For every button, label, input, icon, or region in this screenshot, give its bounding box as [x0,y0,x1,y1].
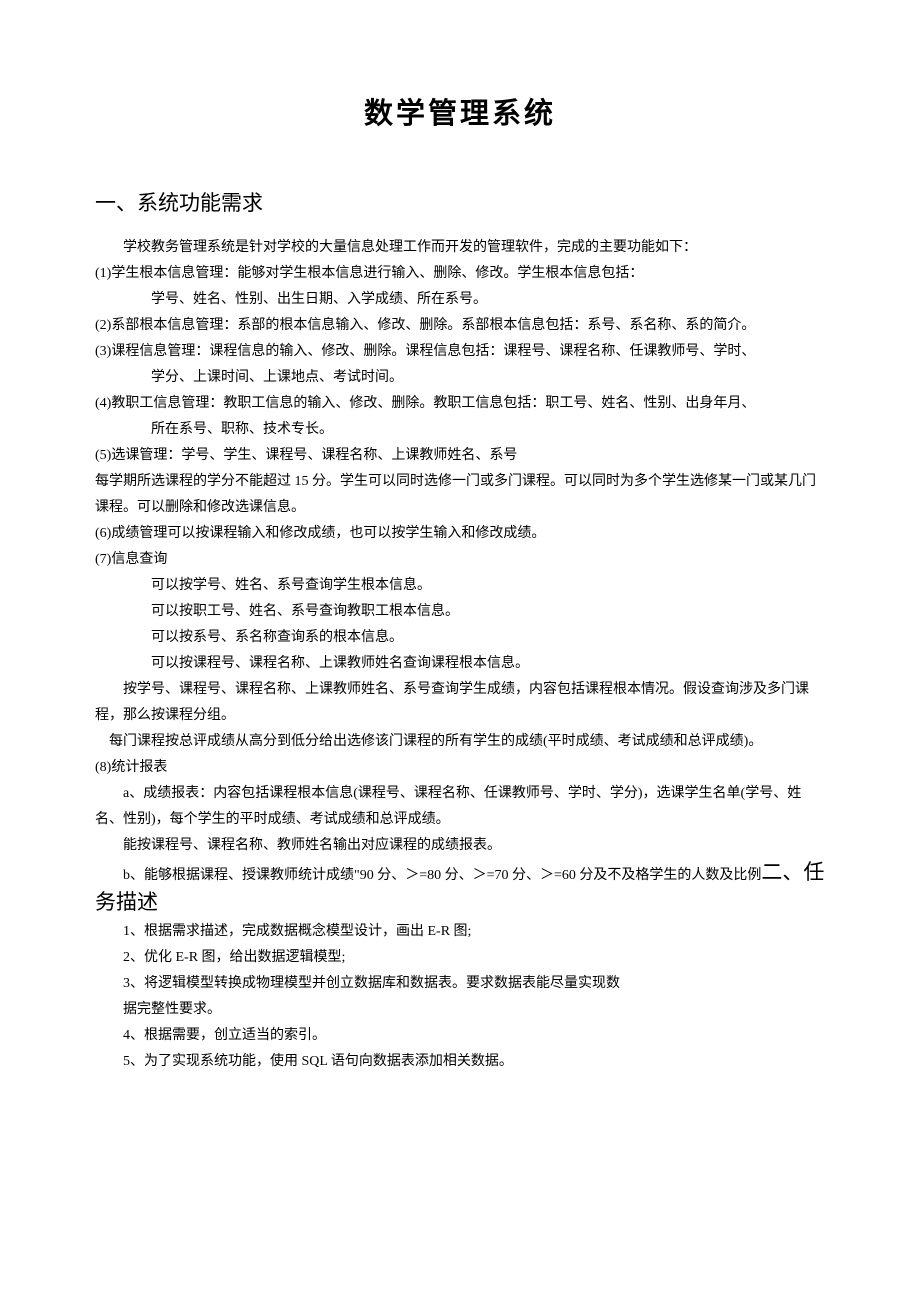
item-8-suba: a、成绩报表：内容包括课程根本信息(课程号、课程名称、任课教师号、学时、学分)，… [95,781,825,833]
task-3b: 据完整性要求。 [95,997,825,1023]
item-7-line1: (7)信息查询 [95,547,825,573]
intro-text: 学校教务管理系统是针对学校的大量信息处理工作而开发的管理软件，完成的主要功能如下… [95,235,825,261]
task-1: 1、根据需求描述，完成数据概念模型设计，画出 E-R 图; [95,919,825,945]
task-4: 4、根据需要，创立适当的索引。 [95,1023,825,1049]
item-2-line1: (2)系部根本信息管理：系部的根本信息输入、修改、删除。系部根本信息包括：系号、… [95,313,825,339]
item-5-line1: (5)选课管理：学号、学生、课程号、课程名称、上课教师姓名、系号 [95,443,825,469]
item-6-line1: (6)成绩管理可以按课程输入和修改成绩，也可以按学生输入和修改成绩。 [95,521,825,547]
document-title: 数学管理系统 [95,90,825,132]
item-8-line1: (8)统计报表 [95,755,825,781]
item-5-extra: 每学期所选课程的学分不能超过 15 分。学生可以同时选修一门或多门课程。可以同时… [95,469,825,521]
item-7-extra1: 按学号、课程号、课程名称、上课教师姓名、系号查询学生成绩，内容包括课程根本情况。… [95,677,825,729]
item-1-line1: (1)学生根本信息管理：能够对学生根本信息进行输入、删除、修改。学生根本信息包括… [95,261,825,287]
item-3-line2: 学分、上课时间、上课地点、考试时间。 [95,365,825,391]
task-3: 3、将逻辑模型转换成物理模型并创立数据库和数据表。要求数据表能尽量实现数 [95,971,825,997]
task-2: 2、优化 E-R 图，给出数据逻辑模型; [95,945,825,971]
item-4-line2: 所在系号、职称、技术专长。 [95,417,825,443]
item-7-extra2: 每门课程按总评成绩从高分到低分给出选修该门课程的所有学生的成绩(平时成绩、考试成… [95,729,825,755]
item-7-sub-2: 可以按系号、系名称查询系的根本信息。 [95,625,825,651]
section-1-heading: 一、系统功能需求 [95,187,825,217]
item-1-line2: 学号、姓名、性别、出生日期、入学成绩、所在系号。 [95,287,825,313]
item-4-line1: (4)教职工信息管理：教职工信息的输入、修改、删除。教职工信息包括：职工号、姓名… [95,391,825,417]
item-3-line1: (3)课程信息管理：课程信息的输入、修改、删除。课程信息包括：课程号、课程名称、… [95,339,825,365]
task-5: 5、为了实现系统功能，使用 SQL 语句向数据表添加相关数据。 [95,1049,825,1075]
item-7-sub-1: 可以按职工号、姓名、系号查询教职工根本信息。 [95,599,825,625]
item-8-subb: b、能够根据课程、授课教师统计成绩"90 分、＞=80 分、＞=70 分、＞=6… [95,868,761,883]
item-7-sub-3: 可以按课程号、课程名称、上课教师姓名查询课程根本信息。 [95,651,825,677]
item-8-suba2: 能按课程号、课程名称、教师姓名输出对应课程的成绩报表。 [95,833,825,859]
item-7-sub-0: 可以按学号、姓名、系号查询学生根本信息。 [95,573,825,599]
